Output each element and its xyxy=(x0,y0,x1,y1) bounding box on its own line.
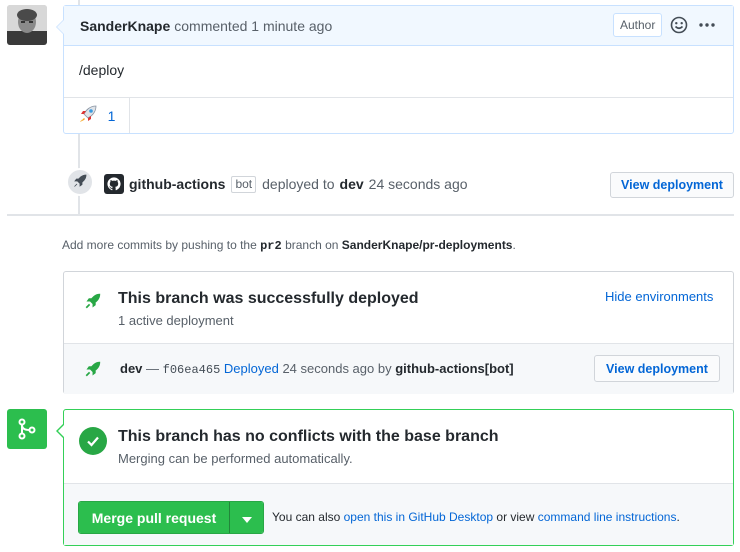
rocket-badge xyxy=(66,168,94,196)
comment-arrow-fill xyxy=(57,19,65,35)
deployed-status-link[interactable]: Deployed xyxy=(224,361,279,376)
add-more-prefix: Add more commits by pushing to the xyxy=(62,238,257,252)
deployment-time: 24 seconds ago by xyxy=(282,361,392,376)
comment-box: SanderKnape commented 1 minute ago Autho… xyxy=(63,5,734,134)
merge-button-group: Merge pull request xyxy=(78,501,264,534)
deployments-title: This branch was successfully deployed xyxy=(118,290,419,307)
merge-status-icon xyxy=(7,409,47,449)
more-options-icon[interactable] xyxy=(698,16,716,34)
comment-header: SanderKnape commented 1 minute ago Autho… xyxy=(64,6,733,46)
branch-name: pr2 xyxy=(260,239,282,253)
merge-subtitle: Merging can be performed automatically. xyxy=(118,451,353,466)
view-deployment-button[interactable]: View deployment xyxy=(610,172,734,198)
comment-body: /deploy xyxy=(79,62,125,78)
deployer-name: github-actions[bot] xyxy=(395,361,514,376)
rocket-success-icon xyxy=(84,292,102,313)
merge-arrow-fill xyxy=(58,423,66,439)
deployments-box: This branch was successfully deployed 1 … xyxy=(63,271,734,394)
help-suffix: . xyxy=(676,510,680,524)
merge-status: This branch has no conflicts with the ba… xyxy=(64,410,733,484)
merge-title: This branch has no conflicts with the ba… xyxy=(118,428,499,445)
deployment-details: dev — f06ea465 Deployed 24 seconds ago b… xyxy=(120,361,514,377)
merge-help-text: You can also open this in GitHub Desktop… xyxy=(272,510,680,524)
deployment-row: dev — f06ea465 Deployed 24 seconds ago b… xyxy=(64,344,733,394)
command-line-link[interactable]: command line instructions xyxy=(538,510,677,524)
deploy-time[interactable]: 24 seconds ago xyxy=(369,176,468,192)
reaction-count: 1 xyxy=(107,107,116,124)
deploy-event: github-actions bot deployed to dev 24 se… xyxy=(104,174,468,194)
rocket-env-icon xyxy=(84,360,102,381)
actor-link[interactable]: github-actions xyxy=(129,176,225,192)
commit-sha[interactable]: f06ea465 xyxy=(163,363,221,377)
add-more-middle: branch on xyxy=(285,238,339,252)
comment-timestamp[interactable]: commented 1 minute ago xyxy=(174,18,332,34)
check-icon xyxy=(79,427,107,455)
deployments-header: This branch was successfully deployed 1 … xyxy=(64,272,733,344)
add-reaction-icon[interactable] xyxy=(670,16,688,34)
reactions-bar: 1 xyxy=(64,97,733,133)
reaction-rocket[interactable]: 1 xyxy=(64,98,130,133)
deploy-action: deployed to xyxy=(262,176,335,192)
deploy-environment: dev xyxy=(339,176,364,192)
github-actions-logo-icon[interactable] xyxy=(104,174,124,194)
caret-down-icon xyxy=(241,510,252,526)
hide-environments-link[interactable]: Hide environments xyxy=(605,289,713,304)
env-name: dev xyxy=(120,361,143,376)
repo-name: SanderKnape/pr-deployments xyxy=(341,238,513,252)
help-prefix: You can also xyxy=(272,510,341,524)
rocket-icon xyxy=(72,173,88,192)
add-more-suffix: . xyxy=(512,238,516,252)
merge-actions: Merge pull request You can also open thi… xyxy=(64,484,733,545)
rocket-emoji-icon xyxy=(78,104,98,127)
add-more-commits-text: Add more commits by pushing to the pr2 b… xyxy=(62,238,516,253)
merge-options-dropdown[interactable] xyxy=(230,502,263,533)
timeline-divider xyxy=(7,214,734,216)
merge-pull-request-button[interactable]: Merge pull request xyxy=(79,502,230,533)
bot-label: bot xyxy=(231,175,257,193)
env-view-deployment-button[interactable]: View deployment xyxy=(594,355,720,382)
comment-author-link[interactable]: SanderKnape xyxy=(80,18,170,34)
env-dash: — xyxy=(146,361,160,376)
open-desktop-link[interactable]: open this in GitHub Desktop xyxy=(344,510,493,524)
deployments-subtitle: 1 active deployment xyxy=(118,313,234,328)
author-label: Author xyxy=(613,13,663,37)
merge-box: This branch has no conflicts with the ba… xyxy=(63,409,734,546)
help-mid: or view xyxy=(496,510,535,524)
avatar[interactable] xyxy=(7,5,47,45)
